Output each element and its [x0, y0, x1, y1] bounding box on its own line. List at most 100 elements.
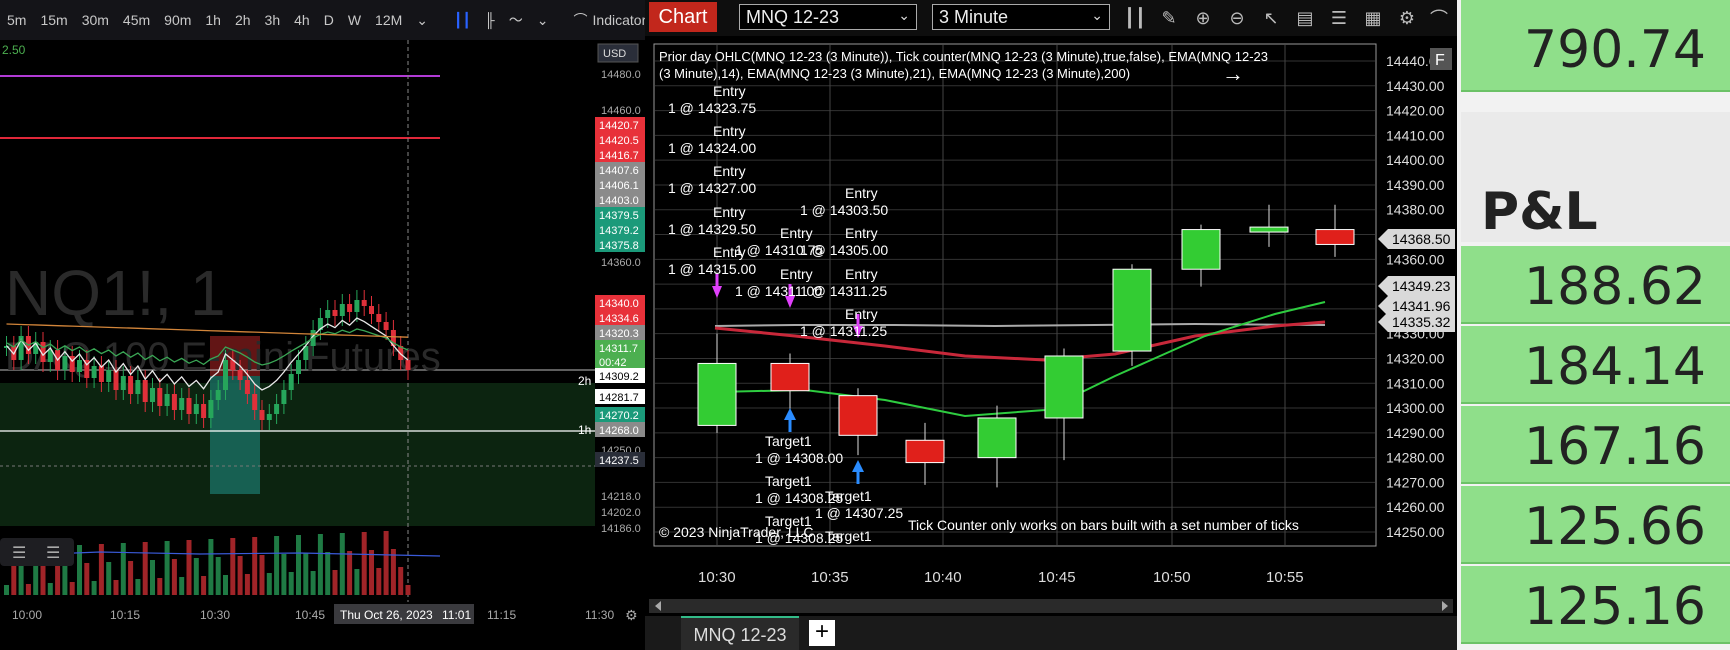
ninjatrader-chart[interactable]: Prior day OHLC(MNQ 12-23 (3 Minute)), Ti… [645, 36, 1457, 616]
tick-counter-note: Tick Counter only works on bars built wi… [908, 517, 1299, 533]
instrument-select[interactable]: MNQ 12-23 ⌄ [739, 4, 917, 30]
entry-price: 1 @ 14329.50 [668, 221, 756, 237]
timeframe-45m[interactable]: 45m [116, 12, 157, 28]
timeframe-30m[interactable]: 30m [75, 12, 116, 28]
timeframe-12m[interactable]: 12M [368, 12, 409, 28]
price-badge-label: 14379.2 [599, 225, 639, 237]
candle-body [252, 394, 258, 410]
ninjatrader-panel: Chart MNQ 12-23 ⌄ 3 Minute ⌄ ┃┃ ✎ ⊕ ⊖ ↖ … [645, 0, 1457, 650]
volume-bar [296, 535, 301, 595]
indicators-label: Indicators [592, 12, 645, 28]
volume-bar [281, 554, 287, 595]
price-badge-label: 14375.8 [599, 240, 639, 252]
candle-body [361, 300, 367, 306]
chart-type-dropdown-icon[interactable]: ⌄ [530, 12, 556, 29]
volume-bar [390, 549, 396, 595]
volume-bar [25, 584, 31, 595]
candle-body [186, 398, 192, 414]
more-tools-icon[interactable]: ⌒ [1427, 6, 1451, 30]
timeframe-toolbar: 5m 15m 30m 45m 90m 1h 2h 3h 4h D W 12M ⌄… [0, 0, 645, 40]
tab-mnq-12-23[interactable]: MNQ 12-23 [681, 616, 799, 650]
timeframe-90m[interactable]: 90m [157, 12, 198, 28]
timeframe-15m[interactable]: 15m [33, 12, 74, 28]
candle-body [142, 380, 148, 402]
entry-price: 1 @ 14324.00 [668, 140, 756, 156]
time-axis-label: 10:15 [110, 608, 140, 622]
volume-bar [120, 543, 126, 595]
volume-bar [237, 556, 243, 595]
indicators-button[interactable]: ⌒ Indicators [568, 10, 645, 30]
settings-sliders-icon: ☰ [12, 545, 26, 562]
volume-bar [208, 539, 214, 595]
line-type-icon[interactable]: 〜 [502, 10, 530, 30]
entry-price: 1 @ 14311.25 [800, 323, 887, 339]
timeframe-4h[interactable]: 4h [287, 12, 317, 28]
entry-label: Entry [845, 266, 878, 282]
instrument-value: MNQ 12-23 [746, 6, 840, 27]
timeframe-3h[interactable]: 3h [258, 12, 288, 28]
candle-body [259, 410, 265, 420]
price-marker-label: 14335.32 [1392, 314, 1451, 330]
templates-icon[interactable]: ☰ [1327, 6, 1351, 30]
price-axis-label: 14360.0 [601, 257, 641, 269]
volume-bar [230, 538, 236, 595]
candle-body [193, 404, 199, 414]
settings-sliders-icon: ☰ [46, 545, 60, 562]
time-axis-label: 10:45 [1038, 569, 1076, 586]
pnl-value: 125.66 [1461, 486, 1730, 564]
time-axis-label: 10:30 [698, 569, 736, 586]
entry-label: Entry [713, 204, 746, 220]
chart-menu-button[interactable]: Chart [649, 2, 717, 32]
zoom-out-icon[interactable]: ⊖ [1225, 6, 1249, 30]
volume-bar [157, 578, 163, 595]
bar-type-icon[interactable]: ╟ [478, 12, 502, 28]
pnl-value: 125.16 [1461, 566, 1730, 644]
volume-bar [84, 563, 90, 595]
ninjatrader-toolbar: Chart MNQ 12-23 ⌄ 3 Minute ⌄ ┃┃ ✎ ⊕ ⊖ ↖ … [645, 0, 1457, 37]
candle-body [339, 304, 345, 316]
volume-bar [303, 553, 309, 595]
volume-bar [186, 540, 192, 595]
entry-price: 1 @ 14315.00 [668, 261, 756, 277]
entry-label: Entry [845, 185, 878, 201]
price-badge-label: 14320.3 [599, 328, 639, 340]
timeframe-1h[interactable]: 1h [198, 12, 228, 28]
bars-type-icon[interactable]: ┃┃ [1123, 6, 1147, 30]
timeframe-5m[interactable]: 5m [0, 12, 33, 28]
timeframe-2h[interactable]: 2h [228, 12, 258, 28]
chart-properties-icon[interactable]: ▦ [1361, 6, 1385, 30]
add-tab-button[interactable]: + [809, 620, 835, 646]
timeframe-w[interactable]: W [341, 12, 368, 28]
candle-body [150, 388, 155, 402]
timeframe-dropdown-icon[interactable]: ⌄ [409, 12, 435, 29]
volume-bar [18, 566, 24, 595]
candle-body [1112, 268, 1152, 352]
volume-bar [325, 552, 331, 595]
price-axis-label: 14300.00 [1386, 400, 1445, 416]
price-axis-label: 14460.0 [601, 105, 641, 117]
pnl-top-value: 790.74 [1461, 0, 1730, 92]
entry-label: Entry [845, 225, 878, 241]
price-badge-label: 14407.6 [599, 165, 639, 177]
volume-bar [405, 585, 411, 595]
interval-select[interactable]: 3 Minute ⌄ [932, 4, 1110, 30]
volume-bar [91, 581, 97, 595]
zoom-in-icon[interactable]: ⊕ [1191, 6, 1215, 30]
tradingview-chart[interactable]: NQ1!, 1DAQ 100 E-mini Futures2.50 USD1448… [0, 40, 645, 650]
target-label: Target1 [765, 433, 812, 449]
pencil-icon[interactable]: ✎ [1157, 6, 1181, 30]
data-box-icon[interactable]: ▤ [1293, 6, 1317, 30]
price-axis-label: 14310.00 [1386, 375, 1445, 391]
entry-label: Entry [713, 163, 746, 179]
candle-body [201, 404, 207, 418]
volume-bar [201, 576, 207, 595]
candle-body [325, 310, 331, 318]
candle-type-icon[interactable]: ┃┃ [447, 12, 478, 29]
candle-body [405, 360, 411, 370]
chevron-down-icon: ⌄ [898, 7, 910, 23]
chart-trader-icon[interactable]: ⚙ [1395, 6, 1419, 30]
candle-body [237, 370, 243, 380]
timeframe-d[interactable]: D [317, 12, 341, 28]
entry-price: 1 @ 14323.75 [668, 100, 756, 116]
pointer-icon[interactable]: ↖ [1259, 6, 1283, 30]
